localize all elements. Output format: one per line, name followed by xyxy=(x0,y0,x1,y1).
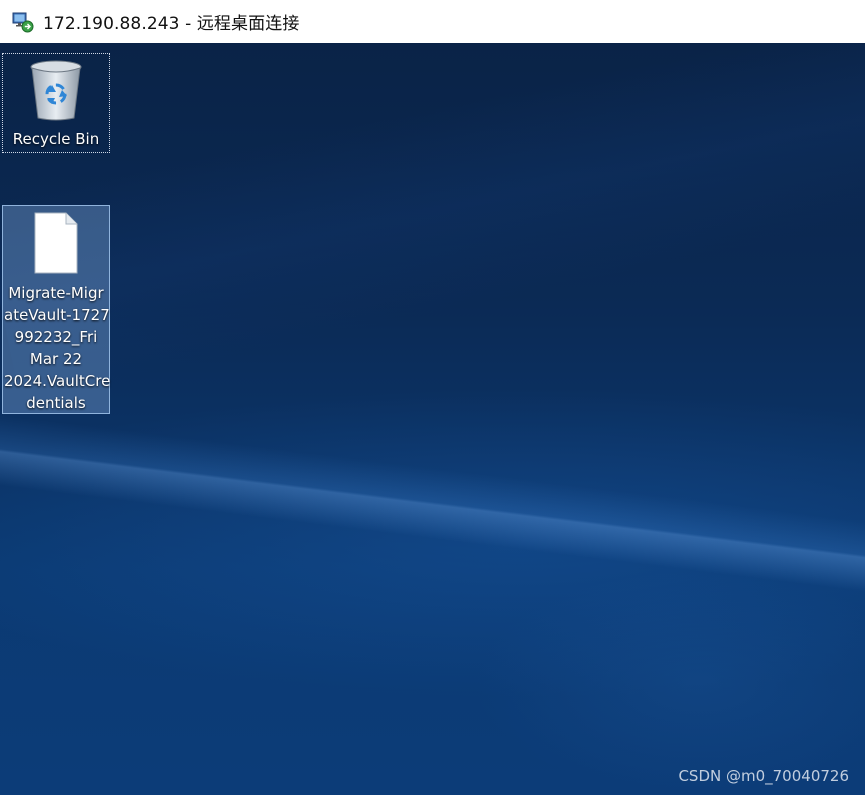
window-title: 172.190.88.243 - 远程桌面连接 xyxy=(43,14,300,34)
file-label-line: 2024.VaultCre xyxy=(4,372,111,390)
title-bar[interactable]: 172.190.88.243 - 远程桌面连接 xyxy=(0,0,865,43)
file-label-line: ateVault-1727 xyxy=(4,306,110,324)
rdp-window: 172.190.88.243 - 远程桌面连接 Recycle Bin Migr… xyxy=(0,0,865,795)
recycle-bin-label: Recycle Bin xyxy=(12,130,100,148)
desktop-icon-vault-credentials[interactable]: Migrate-Migr ateVault-1727 992232_Fri Ma… xyxy=(2,205,110,414)
file-icon xyxy=(32,211,80,281)
remote-desktop-icon xyxy=(12,11,34,33)
recycle-bin-icon xyxy=(26,58,86,128)
wallpaper-light-band xyxy=(0,43,865,401)
watermark: CSDN @m0_70040726 xyxy=(678,767,849,785)
file-label-line: Mar 22 xyxy=(29,350,83,368)
file-label-line: dentials xyxy=(26,394,86,412)
file-label-line: Migrate-Migr xyxy=(8,284,104,302)
desktop-icon-recycle-bin[interactable]: Recycle Bin xyxy=(2,53,110,153)
wallpaper-light-streak xyxy=(0,403,865,607)
remote-desktop[interactable]: Recycle Bin Migrate-Migr ateVault-1727 9… xyxy=(0,43,865,795)
file-label-line: 992232_Fri xyxy=(14,328,98,346)
